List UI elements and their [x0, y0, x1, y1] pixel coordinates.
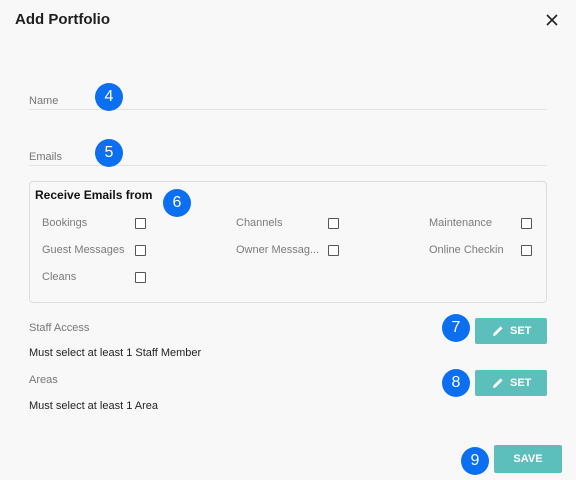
option-label-guest-messages: Guest Messages [42, 244, 125, 256]
checkbox-owner-messages[interactable] [328, 245, 339, 256]
pencil-icon [493, 326, 503, 336]
checkbox-channels[interactable] [328, 218, 339, 229]
staff-access-value: Must select at least 1 Staff Member [29, 347, 202, 359]
option-label-cleans: Cleans [42, 271, 77, 283]
checkbox-cleans[interactable] [135, 272, 146, 283]
checkbox-maintenance[interactable] [521, 218, 532, 229]
option-label-maintenance: Maintenance [429, 217, 492, 229]
save-button[interactable]: SAVE [494, 445, 562, 473]
pencil-icon [493, 378, 503, 388]
close-icon[interactable] [542, 10, 562, 30]
option-label-channels: Channels [236, 217, 283, 229]
emails-label: Emails [29, 151, 63, 163]
receive-emails-panel: Receive Emails from Bookings Channels Ma… [29, 181, 547, 303]
dialog-title: Add Portfolio [15, 11, 110, 28]
checkbox-guest-messages[interactable] [135, 245, 146, 256]
areas-set-label: SET [510, 377, 532, 389]
step-marker-9: 9 [461, 447, 489, 475]
staff-access-label: Staff Access [29, 322, 90, 334]
step-marker-5: 5 [95, 139, 123, 167]
areas-value: Must select at least 1 Area [29, 400, 159, 412]
step-marker-6: 6 [163, 189, 191, 217]
checkbox-online-checkin[interactable] [521, 245, 532, 256]
step-marker-4: 4 [95, 83, 123, 111]
option-label-owner-messages: Owner Messag... [236, 244, 320, 256]
option-label-online-checkin: Online Checkin [429, 244, 504, 256]
checkbox-bookings[interactable] [135, 218, 146, 229]
areas-set-button[interactable]: SET [475, 370, 547, 396]
step-marker-8: 8 [442, 369, 470, 397]
areas-label: Areas [29, 374, 58, 386]
staff-access-set-label: SET [510, 325, 532, 337]
staff-access-set-button[interactable]: SET [475, 318, 547, 344]
step-marker-7: 7 [442, 314, 470, 342]
name-label: Name [29, 95, 59, 107]
add-portfolio-dialog: Add Portfolio Name 4 Emails 5 Receive Em… [0, 0, 576, 480]
receive-emails-title: Receive Emails from [35, 188, 153, 202]
option-label-bookings: Bookings [42, 217, 88, 229]
